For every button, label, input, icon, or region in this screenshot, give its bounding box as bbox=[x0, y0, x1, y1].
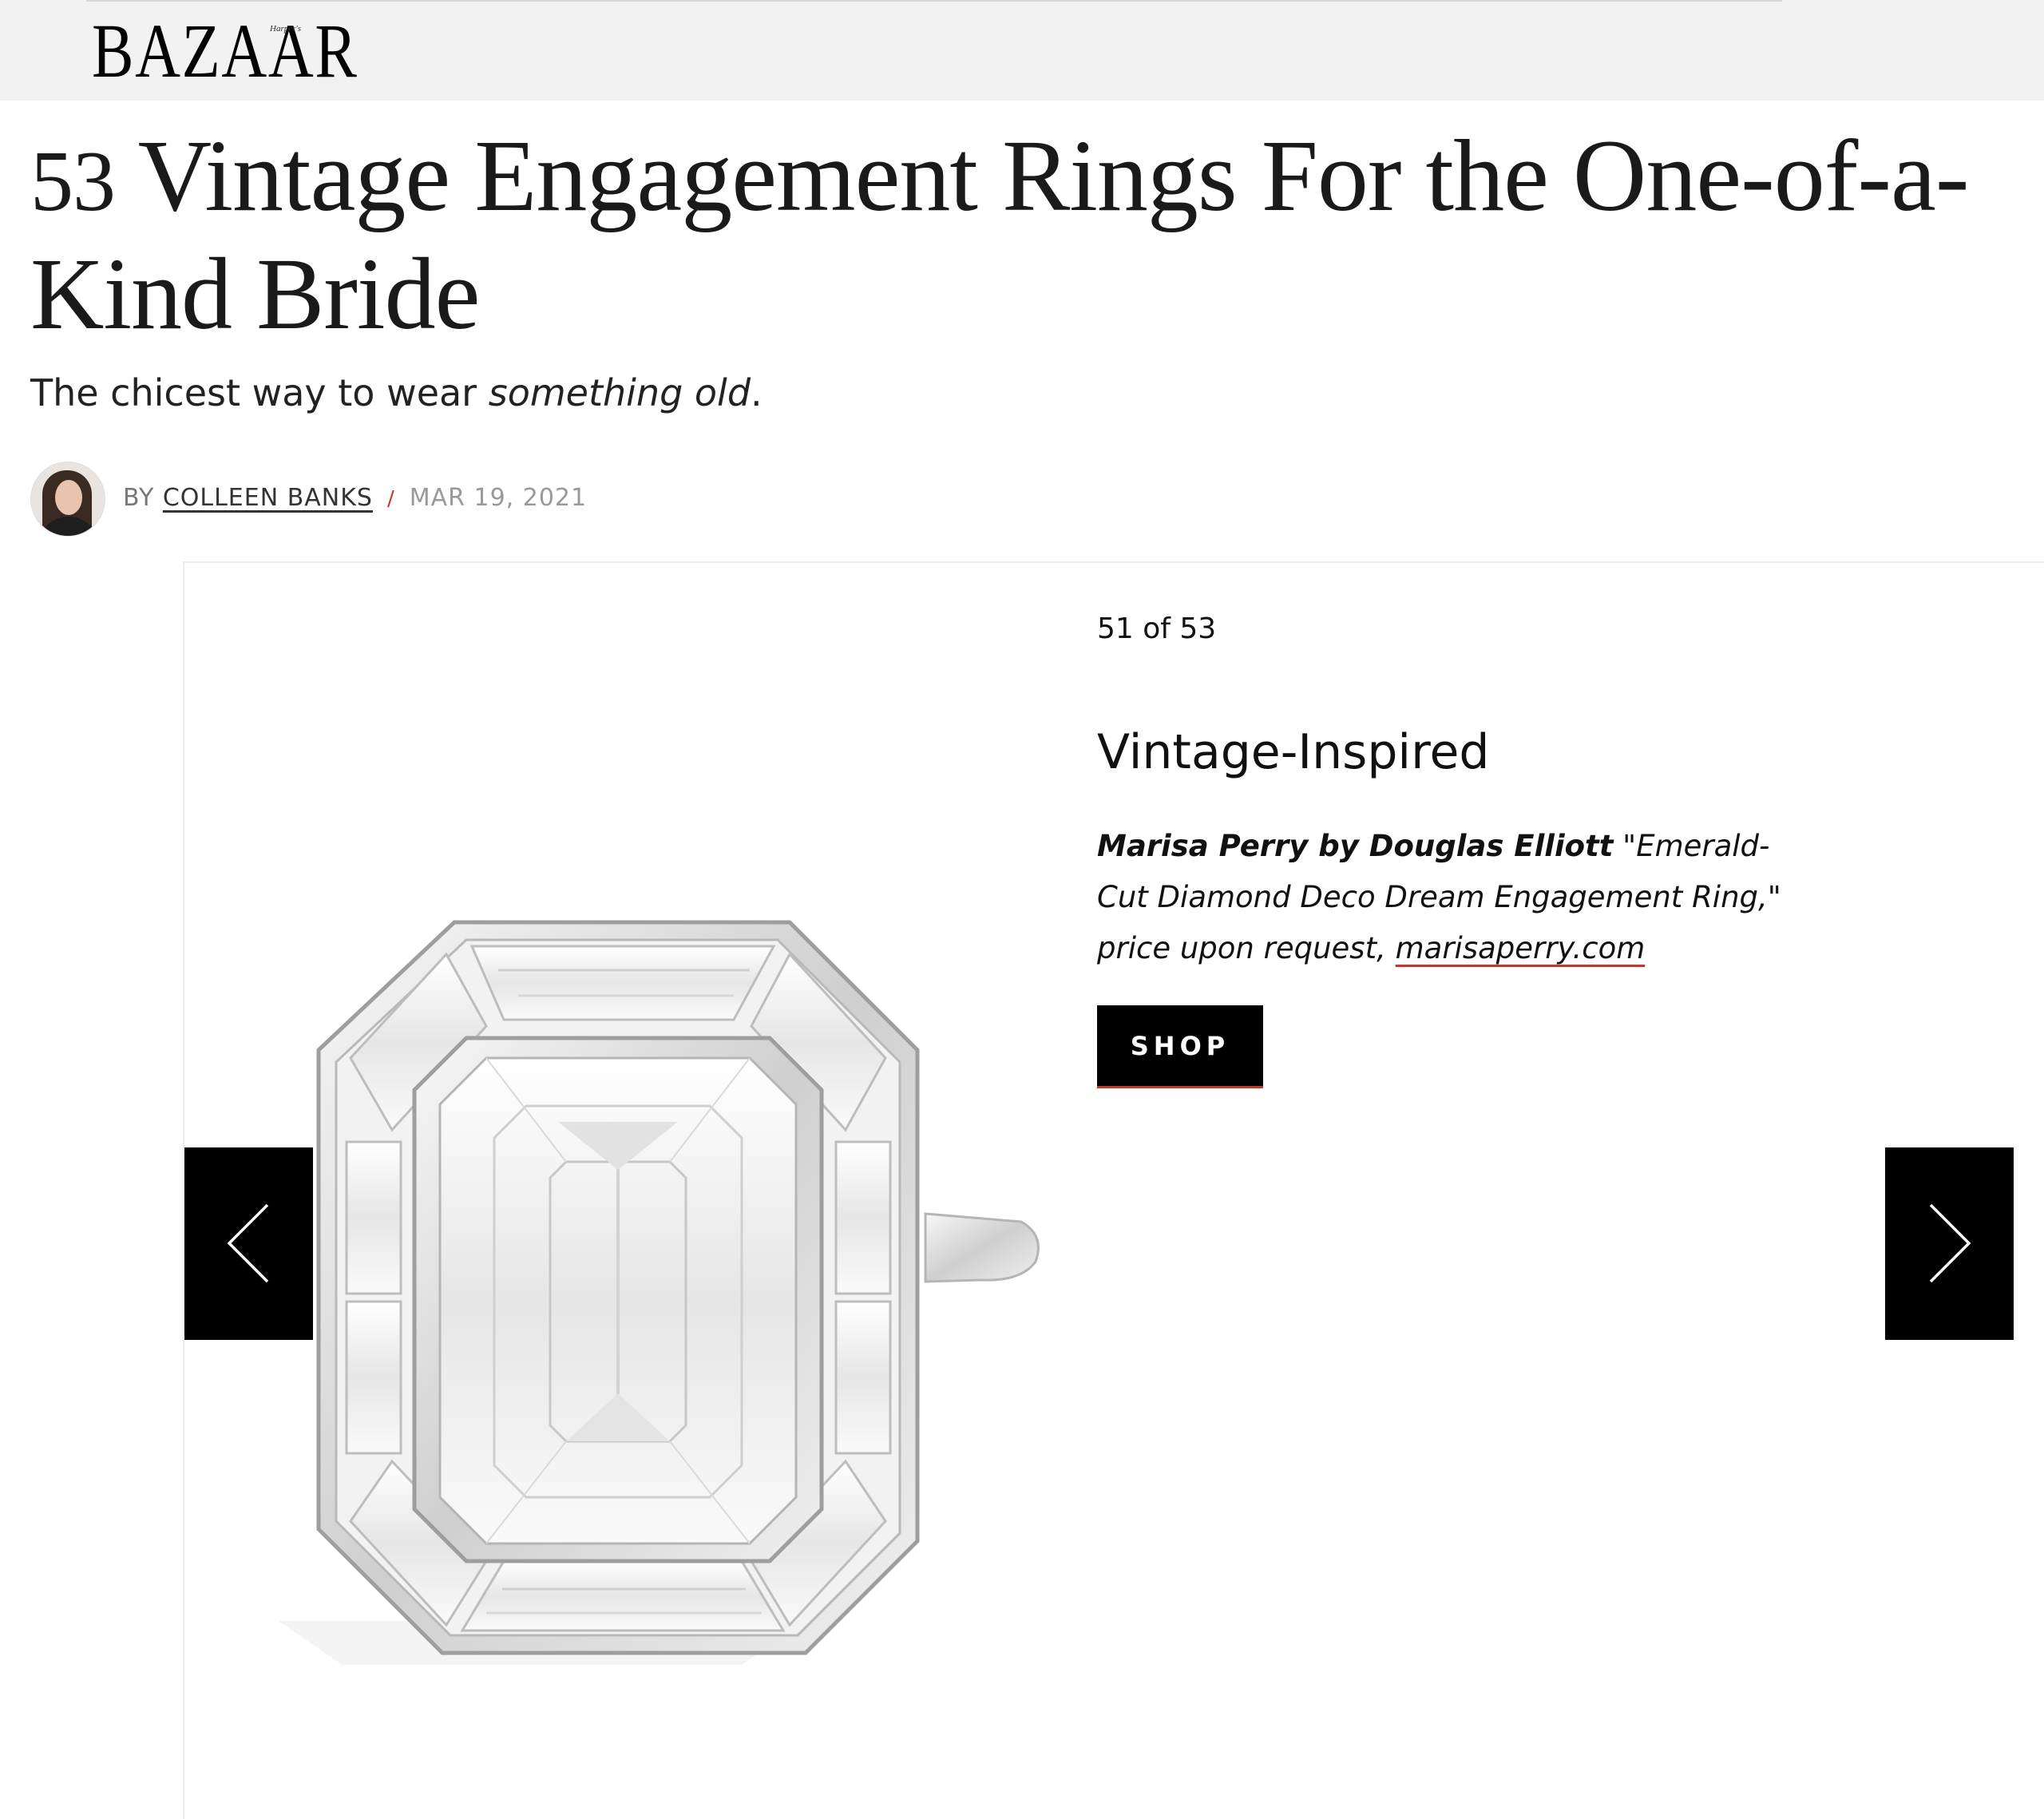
bazaar-logo[interactable]: BAZAAR bbox=[92, 11, 358, 91]
byline-separator: / bbox=[386, 487, 395, 511]
chevron-right-icon bbox=[1929, 1203, 1971, 1283]
byline-prefix: BY bbox=[123, 484, 163, 512]
previous-slide-button[interactable] bbox=[184, 1147, 313, 1340]
slide-caption: Marisa Perry by Douglas Elliott "Emerald… bbox=[1097, 821, 1800, 974]
dek-plain: The chicest way to wear bbox=[30, 371, 489, 414]
article-headline: 53 Vintage Engagement Rings For the One-… bbox=[30, 120, 2026, 350]
retailer-link[interactable]: marisaperry.com bbox=[1396, 931, 1646, 965]
chevron-left-icon bbox=[227, 1203, 269, 1283]
header-divider bbox=[86, 0, 1782, 2]
author-link[interactable]: COLLEEN BANKS bbox=[163, 484, 373, 512]
shop-button[interactable]: SHOP bbox=[1097, 1005, 1263, 1088]
slide-counter: 51 of 53 bbox=[1097, 612, 1217, 645]
caption-brand: Marisa Perry by Douglas Elliott bbox=[1097, 829, 1614, 863]
publish-date: MAR 19, 2021 bbox=[409, 484, 588, 512]
slide-title: Vintage-Inspired bbox=[1097, 724, 1490, 780]
headline-text: Vintage Engagement Rings For the One-of-… bbox=[30, 119, 1969, 351]
headline-number: 53 bbox=[30, 134, 116, 229]
next-slide-button[interactable] bbox=[1885, 1147, 2014, 1340]
dek-end: . bbox=[751, 371, 763, 414]
site-header: BAZAAR Harper's bbox=[0, 0, 2044, 101]
author-avatar[interactable] bbox=[30, 462, 105, 537]
ring-image bbox=[279, 920, 1040, 1665]
logo-harpers-text: Harper's bbox=[270, 24, 302, 34]
article-dek: The chicest way to wear something old. bbox=[30, 369, 763, 417]
byline-text: BY COLLEEN BANKS / MAR 19, 2021 bbox=[123, 481, 587, 517]
dek-italic: something old bbox=[488, 371, 751, 414]
